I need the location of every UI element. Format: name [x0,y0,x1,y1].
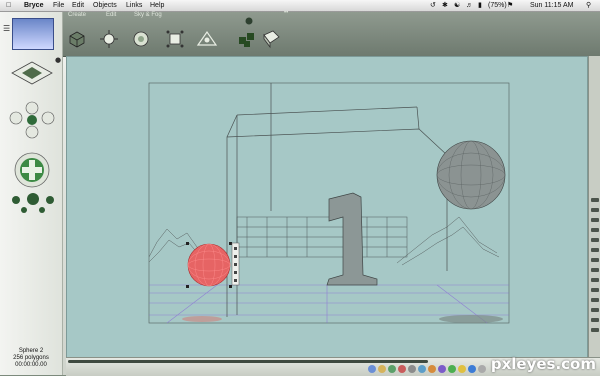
right-strip-button[interactable] [591,258,599,262]
object-name: Sphere 2 [18,348,44,354]
wifi-icon[interactable]: ☯ [454,0,460,11]
right-tool-strip [588,56,600,366]
menu-bar:  Bryce File Edit Objects Links Help ↺ ✱… [0,0,600,12]
tab-sky-fog[interactable]: Sky & Fog [134,12,162,18]
materials-tool-icon[interactable] [260,28,282,50]
right-strip-button[interactable] [591,268,599,272]
apple-icon[interactable]:  [6,0,11,11]
right-strip-button[interactable] [591,238,599,242]
top-toolbar: Create Edit Sky & Fog •• [60,10,600,57]
watermark: pxleyes.com [490,355,596,373]
tab-edit[interactable]: Edit [106,12,116,18]
nav-arrows-icon[interactable] [6,98,58,144]
rotate-tool-icon[interactable] [130,28,152,50]
view-options-icon[interactable]: ● [55,56,61,64]
sync-icon[interactable]: ↺ [430,0,436,11]
cube-tool-icon[interactable] [66,28,88,50]
menu-edit[interactable]: Edit [72,0,84,11]
object-polygons: 256 polygons [13,355,49,361]
tab-create[interactable]: Create [68,12,86,18]
volume-icon[interactable]: ♬ [466,0,473,11]
battery-icon[interactable]: ▮ [478,0,482,11]
menu-objects[interactable]: Objects [93,0,117,11]
move-tool-icon[interactable] [98,28,120,50]
right-strip-button[interactable] [591,198,599,202]
selected-red-sphere[interactable] [186,242,232,288]
flag-icon[interactable]: ⚑ [507,0,513,11]
animation-timeline[interactable] [68,360,428,363]
right-strip-button[interactable] [591,328,599,332]
menu-links[interactable]: Links [126,0,142,11]
right-strip-button[interactable] [591,288,599,292]
scale-tool-icon[interactable] [164,28,186,50]
right-strip-button[interactable] [591,228,599,232]
right-strip-button[interactable] [591,308,599,312]
toolbar-dots-icon: •• [284,10,289,16]
object-attribute-toolbar[interactable] [231,242,240,286]
grey-sphere[interactable] [436,140,506,210]
object-info: Sphere 2 256 polygons 00:00:00.00 [0,348,62,369]
right-strip-button[interactable] [591,208,599,212]
right-strip-button[interactable] [591,218,599,222]
terrain-tool-icon[interactable] [236,28,258,50]
right-strip-button[interactable] [591,278,599,282]
camera-controls-icon[interactable] [8,192,58,214]
view-camera-icon[interactable] [8,58,56,88]
wireframe-scene [148,82,510,324]
battery-percent: (75%) [488,2,507,9]
menu-help[interactable]: Help [150,0,164,11]
right-strip-button[interactable] [591,248,599,252]
left-control-panel: ☰ ● [0,12,63,375]
scene-list-icon[interactable]: ☰ [3,24,10,33]
menu-app-name[interactable]: Bryce [24,0,43,11]
right-strip-button[interactable] [591,318,599,322]
align-tool-icon[interactable] [196,28,218,50]
scene-preview-thumbnail[interactable] [12,18,54,50]
bluetooth-icon[interactable]: ✱ [442,0,448,11]
spotlight-icon[interactable]: ⚲ [586,0,591,11]
clock[interactable]: Sun 11:15 AM [530,0,573,11]
scene-canvas[interactable] [66,56,588,358]
object-time: 00:00:00.00 [15,362,47,368]
trackball-icon[interactable] [12,150,52,190]
right-strip-button[interactable] [591,298,599,302]
menu-file[interactable]: File [53,0,64,11]
sphere-tool-icon[interactable] [244,16,254,26]
